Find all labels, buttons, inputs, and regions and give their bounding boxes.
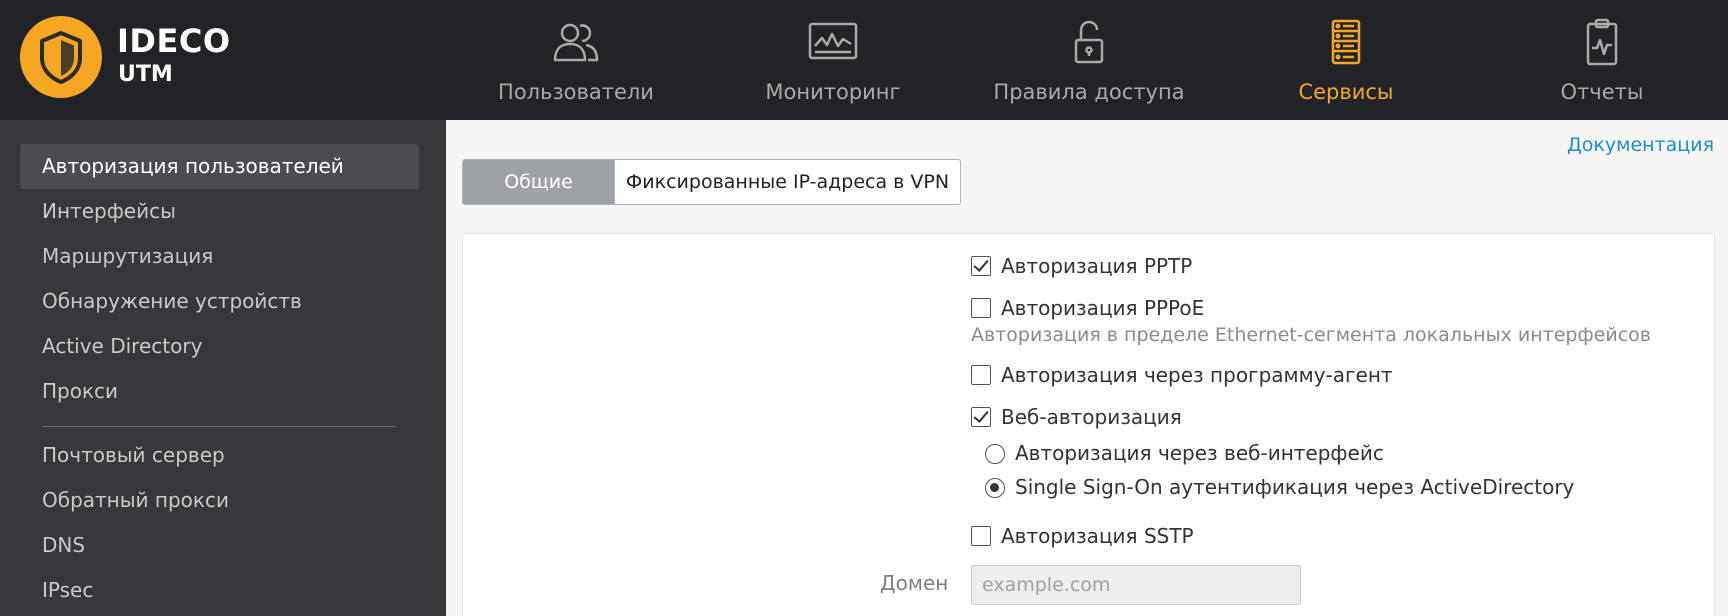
brand-subtitle: UTM: [118, 62, 173, 87]
nav-label-access-rules: Правила доступа: [993, 80, 1185, 104]
sidebar-item-dns[interactable]: DNS: [20, 523, 419, 568]
sidebar-item-ipsec[interactable]: IPsec: [20, 568, 419, 613]
sidebar-item-reverse-proxy[interactable]: Обратный прокси: [20, 478, 419, 523]
pppoe-checkbox[interactable]: [971, 298, 991, 318]
sso-radio[interactable]: [985, 478, 1005, 498]
nav-item-reports[interactable]: Отчеты: [1492, 0, 1712, 120]
shield-logo-icon[interactable]: [20, 16, 102, 98]
settings-panel: Авторизация PPTP Авторизация PPPoE Автор…: [462, 233, 1715, 616]
nav-item-services[interactable]: Сервисы: [1236, 0, 1456, 120]
web-interface-radio-label: Авторизация через веб-интерфейс: [1015, 441, 1384, 465]
domain-label: Домен: [880, 571, 949, 595]
services-icon: [1331, 19, 1361, 65]
pppoe-hint: Авторизация в пределе Ethernet-сегмента …: [971, 324, 1651, 346]
agent-label: Авторизация через программу-агент: [1001, 363, 1393, 387]
main-content: Документация Общие Фиксированные IP-адре…: [446, 120, 1728, 616]
sstp-label: Авторизация SSTP: [1001, 524, 1194, 548]
monitoring-icon: [808, 22, 858, 60]
sstp-checkbox[interactable]: [971, 526, 991, 546]
sidebar: Авторизация пользователей Интерфейсы Мар…: [0, 120, 446, 616]
top-bar: IDECO UTM Пользователи Мониторинг Правил…: [0, 0, 1728, 120]
pptp-checkbox[interactable]: [971, 256, 991, 276]
nav-label-reports: Отчеты: [1560, 80, 1644, 104]
web-auth-checkbox[interactable]: [971, 407, 991, 427]
nav-item-access-rules[interactable]: Правила доступа: [979, 0, 1199, 120]
nav-item-monitoring[interactable]: Мониторинг: [723, 0, 943, 120]
sidebar-item-active-directory[interactable]: Active Directory: [20, 324, 419, 369]
tab-fixed-vpn-ip[interactable]: Фиксированные IP-адреса в VPN: [614, 159, 961, 205]
lock-open-icon: [1074, 20, 1104, 64]
sidebar-item-routing[interactable]: Маршрутизация: [20, 234, 419, 279]
web-interface-radio[interactable]: [985, 444, 1005, 464]
nav-label-services: Сервисы: [1298, 80, 1394, 104]
domain-input[interactable]: [971, 565, 1301, 605]
reports-icon: [1586, 18, 1618, 66]
nav-item-users[interactable]: Пользователи: [466, 0, 686, 120]
sidebar-item-device-discovery[interactable]: Обнаружение устройств: [20, 279, 419, 324]
nav-label-users: Пользователи: [498, 80, 654, 104]
sidebar-item-proxy[interactable]: Прокси: [20, 369, 419, 414]
pptp-label: Авторизация PPTP: [1001, 254, 1193, 278]
brand-name: IDECO: [117, 22, 231, 60]
tab-general[interactable]: Общие: [462, 159, 615, 205]
sidebar-item-interfaces[interactable]: Интерфейсы: [20, 189, 419, 234]
agent-checkbox[interactable]: [971, 365, 991, 385]
nav-label-monitoring: Мониторинг: [765, 80, 901, 104]
users-icon: [553, 23, 599, 62]
sidebar-divider: [42, 426, 396, 427]
documentation-link[interactable]: Документация: [1567, 134, 1714, 156]
web-auth-label: Веб-авторизация: [1001, 405, 1182, 429]
sidebar-item-user-auth[interactable]: Авторизация пользователей: [20, 144, 419, 189]
pppoe-label: Авторизация PPPoE: [1001, 296, 1205, 320]
sidebar-item-mail-server[interactable]: Почтовый сервер: [20, 433, 419, 478]
sso-radio-label: Single Sign-On аутентификация через Acti…: [1015, 475, 1575, 499]
